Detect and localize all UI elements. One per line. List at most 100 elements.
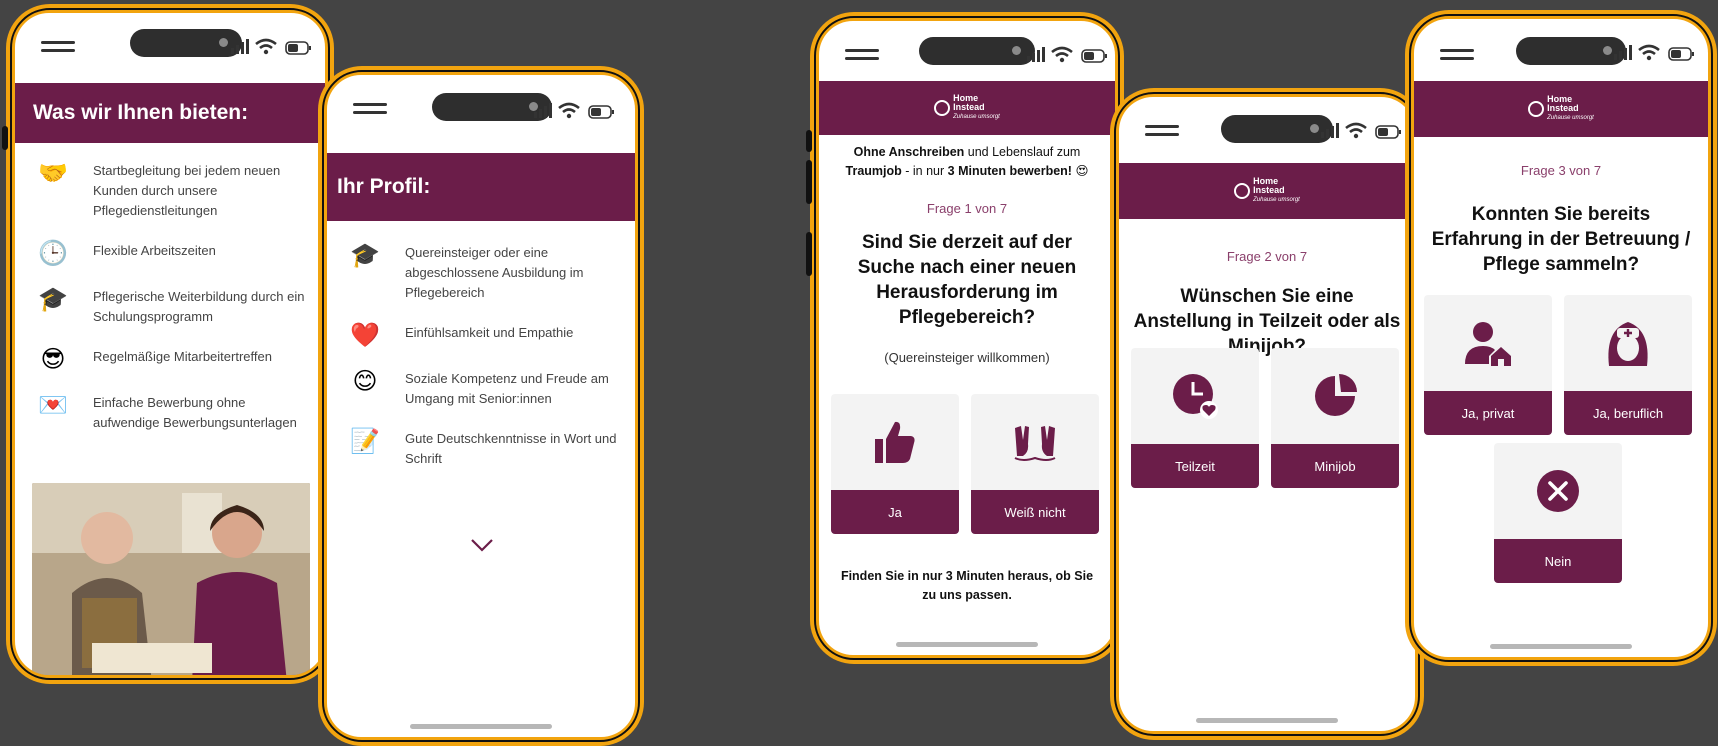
status-bar xyxy=(1119,97,1415,157)
smiling-face-icon: 😊 xyxy=(352,368,378,395)
home-indicator xyxy=(410,724,552,729)
list-item: 🕒 Flexible Arbeitszeiten xyxy=(15,241,325,267)
home-instead-logo: Home Instead Zuhause umsorgt xyxy=(934,94,1000,122)
offers-list: 🤝 Startbegleitung bei jedem neuen Kunden … xyxy=(15,143,325,433)
option-ja-privat[interactable]: Ja, privat xyxy=(1424,295,1552,435)
option-label: Teilzeit xyxy=(1131,444,1259,488)
option-nein[interactable]: Nein xyxy=(1494,443,1622,583)
status-icons xyxy=(231,38,311,55)
question-subtitle: (Quereinsteiger willkommen) xyxy=(884,350,1050,365)
brand-header: Home Instead Zuhause umsorgt xyxy=(1119,163,1415,219)
status-bar xyxy=(1414,19,1708,79)
home-indicator xyxy=(1196,718,1338,723)
list-item-text: Regelmäßige Mitarbeitertreffen xyxy=(93,349,272,364)
heart-icon: ❤️ xyxy=(350,322,380,349)
phone-screen: Was wir Ihnen bieten: 🤝 Startbegleitung b… xyxy=(15,13,325,675)
brand-header: Home Instead Zuhause umsorgt xyxy=(819,81,1115,135)
list-item-text: Flexible Arbeitszeiten xyxy=(93,243,216,258)
list-item-text: Gute Deutschkenntnisse in Wort und Schri… xyxy=(405,431,617,466)
list-item: 🤝 Startbegleitung bei jedem neuen Kunden … xyxy=(15,161,325,221)
sunglasses-face-icon: 😎 xyxy=(40,346,66,373)
status-icons xyxy=(1027,46,1107,63)
option-label: Ja xyxy=(831,490,959,534)
question-counter: Frage 2 von 7 xyxy=(1226,249,1308,264)
footer-text: Finden Sie in nur 3 Minuten heraus, ob S… xyxy=(840,569,1094,602)
phone-frame-profile: Ihr Profil: 🎓 Quereinsteiger oder eine ab… xyxy=(318,66,644,746)
list-item: 😊 Soziale Kompetenz und Freude am Umgang … xyxy=(327,369,635,409)
list-item-text: Einfache Bewerbung ohne aufwendige Bewer… xyxy=(93,395,297,430)
option-ja[interactable]: Ja xyxy=(831,394,959,534)
thumbs-up-icon xyxy=(875,421,915,463)
list-item: 😎 Regelmäßige Mitarbeitertreffen xyxy=(15,347,325,373)
question-title: Sind Sie derzeit auf der Suche nach eine… xyxy=(857,232,1077,328)
phone-screen: Ihr Profil: 🎓 Quereinsteiger oder eine ab… xyxy=(327,75,635,737)
list-item: ❤️ Einfühlsamkeit und Empathie xyxy=(327,323,635,349)
list-item: 💌 Einfache Bewerbung ohne aufwendige Bewe… xyxy=(15,393,325,433)
profile-list: 🎓 Quereinsteiger oder eine abgeschlossene… xyxy=(327,221,635,469)
offers-banner: Was wir Ihnen bieten: xyxy=(15,83,325,143)
clock-icon: 🕒 xyxy=(38,240,68,267)
nurse-icon xyxy=(1608,322,1648,366)
side-button xyxy=(806,130,812,152)
status-bar xyxy=(15,13,325,73)
menu-icon[interactable] xyxy=(1145,125,1179,141)
phone-frame-question-1: Home Instead Zuhause umsorgt Ohne Anschrei… xyxy=(810,12,1124,664)
side-button xyxy=(806,232,812,276)
phone-screen: Home Instead Zuhause umsorgt Frage 2 von 7… xyxy=(1119,97,1415,731)
profile-banner: Ihr Profil: xyxy=(327,153,635,221)
phone-screen: Home Instead Zuhause umsorgt Ohne Anschrei… xyxy=(819,21,1115,655)
status-icons xyxy=(1614,44,1694,61)
option-ja-beruflich[interactable]: Ja, beruflich xyxy=(1564,295,1692,435)
dynamic-island xyxy=(1221,115,1333,143)
option-weiss-nicht[interactable]: Weiß nicht xyxy=(971,394,1099,534)
status-icons xyxy=(534,102,614,119)
intro-text: Ohne Anschreiben und Lebenslauf zum Trau… xyxy=(845,145,1089,178)
phone-frame-question-3: Home Instead Zuhause umsorgt Frage 3 von 7… xyxy=(1405,10,1717,666)
home-instead-logo: Home Instead Zuhause umsorgt xyxy=(1528,95,1594,123)
clock-heart-icon xyxy=(1173,374,1218,419)
memo-icon: 📝 xyxy=(350,428,380,455)
list-item: 🎓 Pflegerische Weiterbildung durch ein Sc… xyxy=(15,287,325,327)
dynamic-island xyxy=(919,37,1035,65)
status-bar xyxy=(327,75,635,135)
list-item-text: Pflegerische Weiterbildung durch ein Sch… xyxy=(93,289,305,324)
question-title: Konnten Sie bereits Erfahrung in der Bet… xyxy=(1431,204,1691,275)
menu-icon[interactable] xyxy=(353,103,387,119)
pie-chart-icon xyxy=(1315,374,1357,416)
menu-icon[interactable] xyxy=(41,41,75,57)
question-counter: Frage 3 von 7 xyxy=(1520,163,1602,178)
love-letter-icon: 💌 xyxy=(38,392,68,419)
phone-frame-offers: Was wir Ihnen bieten: 🤝 Startbegleitung b… xyxy=(6,4,334,684)
status-bar xyxy=(819,21,1115,81)
side-button xyxy=(806,160,812,204)
option-teilzeit[interactable]: Teilzeit xyxy=(1131,348,1259,488)
option-minijob[interactable]: Minijob xyxy=(1271,348,1399,488)
menu-icon[interactable] xyxy=(1440,49,1474,65)
profile-title: Ihr Profil: xyxy=(337,175,431,198)
list-item-text: Soziale Kompetenz und Freude am Umgang m… xyxy=(405,371,609,406)
option-label: Nein xyxy=(1494,539,1622,583)
home-indicator xyxy=(1490,644,1632,649)
option-label: Ja, beruflich xyxy=(1564,391,1692,435)
dynamic-island xyxy=(130,29,242,57)
home-instead-logo: Home Instead Zuhause umsorgt xyxy=(1234,177,1300,205)
option-label: Minijob xyxy=(1271,444,1399,488)
menu-icon[interactable] xyxy=(845,49,879,65)
raised-hands-icon xyxy=(1014,426,1056,461)
home-indicator xyxy=(896,642,1038,647)
dynamic-island xyxy=(1516,37,1626,65)
status-icons xyxy=(1321,122,1401,139)
brand-header: Home Instead Zuhause umsorgt xyxy=(1414,81,1708,137)
offers-title: Was wir Ihnen bieten: xyxy=(33,101,249,124)
graduation-cap-icon: 🎓 xyxy=(38,286,68,313)
side-button xyxy=(2,126,8,150)
list-item: 🎓 Quereinsteiger oder eine abgeschlossene… xyxy=(327,243,635,303)
close-icon xyxy=(1537,470,1579,512)
chevron-down-icon[interactable] xyxy=(469,537,495,553)
question-counter: Frage 1 von 7 xyxy=(926,201,1008,216)
graduation-cap-icon: 🎓 xyxy=(350,242,380,269)
list-item-text: Startbegleitung bei jedem neuen Kunden d… xyxy=(93,163,281,218)
phone-screen: Home Instead Zuhause umsorgt Frage 3 von 7… xyxy=(1414,19,1708,657)
handshake-icon: 🤝 xyxy=(38,160,68,187)
list-item: 📝 Gute Deutschkenntnisse in Wort und Schr… xyxy=(327,429,635,469)
